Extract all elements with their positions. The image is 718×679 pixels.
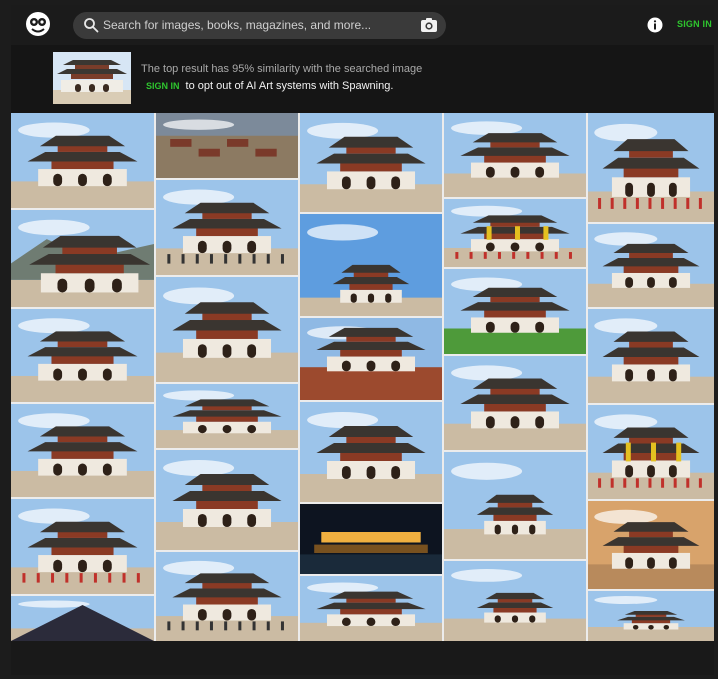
sign-in-link[interactable]: SIGN IN (677, 19, 712, 29)
result-image[interactable] (156, 552, 298, 641)
result-image[interactable] (444, 452, 586, 559)
opt-out-message: SIGN IN to opt out of AI Art systems with… (146, 80, 393, 92)
page-frame: SIGN IN The top result has 95% similarit… (11, 5, 714, 675)
result-image[interactable] (588, 591, 714, 641)
result-image[interactable] (300, 402, 442, 502)
result-image-thumbnail (11, 210, 154, 307)
result-image-thumbnail (444, 356, 586, 450)
result-image[interactable] (444, 561, 586, 641)
result-image-thumbnail (300, 318, 442, 400)
result-image[interactable] (11, 404, 154, 497)
opt-out-text: to opt out of AI Art systems with Spawni… (185, 80, 394, 92)
result-image[interactable] (156, 450, 298, 550)
owl-logo-icon[interactable] (25, 11, 51, 37)
similarity-banner: The top result has 95% similarity with t… (11, 45, 714, 113)
result-image-thumbnail (156, 113, 298, 178)
image-results-grid (11, 113, 714, 641)
search-icon (84, 18, 99, 33)
result-image[interactable] (11, 309, 154, 402)
result-image[interactable] (444, 199, 586, 267)
result-image-thumbnail (156, 552, 298, 641)
result-image-thumbnail (300, 504, 442, 574)
result-image[interactable] (11, 499, 154, 594)
searched-image-thumbnail[interactable] (53, 52, 131, 104)
result-image[interactable] (588, 224, 714, 307)
result-image-thumbnail (588, 309, 714, 403)
result-image-thumbnail (444, 113, 586, 197)
similarity-text: The top result has 95% similarity with t… (141, 63, 423, 75)
result-image-thumbnail (300, 576, 442, 641)
result-image-thumbnail (444, 269, 586, 354)
result-image-thumbnail (588, 501, 714, 589)
result-image-thumbnail (588, 405, 714, 499)
camera-icon[interactable] (420, 17, 438, 33)
result-image[interactable] (11, 210, 154, 307)
app-window: SIGN IN The top result has 95% similarit… (0, 0, 718, 679)
result-image[interactable] (444, 269, 586, 354)
result-image-thumbnail (300, 402, 442, 502)
result-image-thumbnail (11, 309, 154, 402)
result-image-thumbnail (588, 113, 714, 222)
result-image-thumbnail (11, 596, 154, 641)
opt-out-sign-in-link[interactable]: SIGN IN (146, 81, 180, 91)
result-image-thumbnail (300, 113, 442, 212)
result-image[interactable] (300, 576, 442, 641)
result-image[interactable] (156, 277, 298, 382)
result-image[interactable] (444, 356, 586, 450)
search-input[interactable] (103, 15, 403, 35)
result-image[interactable] (444, 113, 586, 197)
result-image[interactable] (156, 384, 298, 448)
search-bar[interactable] (73, 12, 446, 39)
result-image-thumbnail (156, 384, 298, 448)
result-image-thumbnail (300, 214, 442, 316)
result-image-thumbnail (444, 452, 586, 559)
result-image-thumbnail (588, 224, 714, 307)
result-image[interactable] (156, 113, 298, 178)
result-image[interactable] (11, 113, 154, 208)
result-image-thumbnail (11, 404, 154, 497)
footer-bar (11, 641, 714, 675)
info-icon[interactable] (647, 17, 663, 33)
result-image[interactable] (588, 405, 714, 499)
result-image[interactable] (588, 501, 714, 589)
top-bar: SIGN IN (11, 5, 714, 45)
result-image[interactable] (300, 214, 442, 316)
result-image[interactable] (300, 113, 442, 212)
result-image[interactable] (156, 180, 298, 275)
result-image[interactable] (588, 113, 714, 222)
result-image[interactable] (588, 309, 714, 403)
result-image[interactable] (11, 596, 154, 641)
result-image-thumbnail (444, 561, 586, 641)
result-image[interactable] (300, 504, 442, 574)
result-image-thumbnail (156, 450, 298, 550)
result-image-thumbnail (11, 499, 154, 594)
result-image-thumbnail (588, 591, 714, 641)
result-image-thumbnail (156, 180, 298, 275)
result-image[interactable] (300, 318, 442, 400)
result-image-thumbnail (444, 199, 586, 267)
result-image-thumbnail (156, 277, 298, 382)
result-image-thumbnail (11, 113, 154, 208)
